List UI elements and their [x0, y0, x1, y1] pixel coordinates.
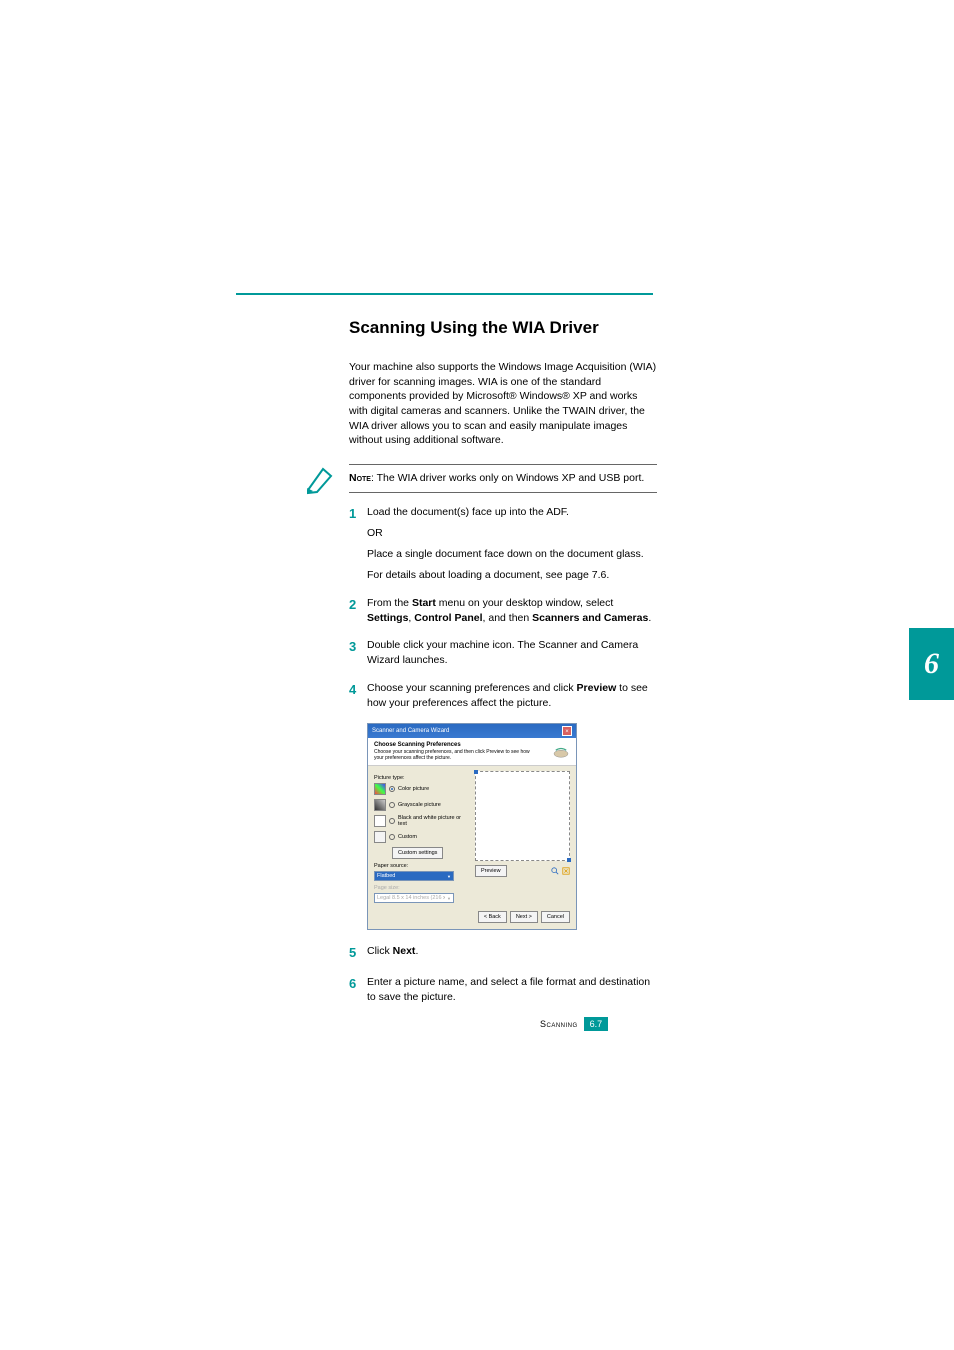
note-rule-bottom	[349, 492, 657, 493]
step-text: Click Next.	[367, 944, 657, 959]
note-icon	[305, 466, 335, 496]
wizard-head-sub: Choose your scanning preferences, and th…	[374, 749, 534, 761]
wizard-title-text: Scanner and Camera Wizard	[372, 728, 449, 734]
paper-source-dropdown: Flatbed▼	[374, 871, 454, 881]
radio-icon	[389, 802, 395, 808]
chevron-down-icon: ▼	[447, 874, 451, 879]
step-1: 1 Load the document(s) face up into the …	[349, 505, 657, 584]
step-text: OR	[367, 526, 657, 541]
step-2: 2 From the Start menu on your desktop wi…	[349, 596, 657, 626]
wizard-header: Choose Scanning Preferences Choose your …	[368, 738, 576, 766]
page-heading: Scanning Using the WIA Driver	[349, 318, 657, 338]
page-footer: Scanning 6.7	[540, 1017, 608, 1031]
chapter-tab: 6	[909, 628, 954, 700]
wizard-footer: < Back Next > Cancel	[368, 907, 576, 929]
step-list: 1 Load the document(s) face up into the …	[349, 505, 657, 1005]
footer-page-number: 6.7	[584, 1017, 609, 1031]
close-icon: ×	[562, 726, 572, 736]
cancel-button: Cancel	[541, 911, 570, 923]
grayscale-swatch-icon	[374, 799, 386, 811]
header-rule	[236, 293, 653, 295]
page-size-dropdown: Legal 8.5 x 14 inches (216 x 356 mm)▼	[374, 893, 454, 903]
option-color: Color picture	[374, 783, 467, 795]
step-text: Enter a picture name, and select a file …	[367, 975, 657, 1005]
fit-icon	[562, 867, 570, 875]
step-number: 3	[349, 638, 367, 668]
intro-paragraph: Your machine also supports the Windows I…	[349, 360, 657, 448]
scanner-icon	[552, 745, 570, 759]
preview-area	[475, 771, 570, 861]
option-grayscale: Grayscale picture	[374, 799, 467, 811]
step-5: 5 Click Next.	[349, 944, 657, 963]
step-text: From the Start menu on your desktop wind…	[367, 596, 657, 626]
step-number: 4	[349, 681, 367, 711]
step-number: 2	[349, 596, 367, 626]
step-text: Double click your machine icon. The Scan…	[367, 638, 657, 668]
back-button: < Back	[478, 911, 507, 923]
paper-source-label: Paper source:	[374, 863, 467, 869]
radio-icon	[389, 818, 395, 824]
next-button: Next >	[510, 911, 538, 923]
step-number: 5	[349, 944, 367, 963]
note-text: Note: The WIA driver works only on Windo…	[349, 471, 644, 486]
wizard-head-title: Choose Scanning Preferences	[374, 742, 534, 748]
wizard-screenshot: Scanner and Camera Wizard × Choose Scann…	[367, 723, 577, 930]
step-4: 4 Choose your scanning preferences and c…	[349, 681, 657, 711]
step-text: Load the document(s) face up into the AD…	[367, 505, 657, 520]
page-size-label: Page size:	[374, 885, 467, 891]
step-number: 1	[349, 505, 367, 584]
step-3: 3 Double click your machine icon. The Sc…	[349, 638, 657, 668]
content-area: Scanning Using the WIA Driver Your machi…	[349, 318, 657, 1017]
step-number: 6	[349, 975, 367, 1005]
note-label: Note	[349, 472, 371, 484]
picture-type-label: Picture type:	[374, 775, 467, 781]
custom-settings-button: Custom settings	[392, 847, 443, 859]
color-swatch-icon	[374, 783, 386, 795]
footer-section: Scanning	[540, 1019, 578, 1029]
bw-swatch-icon	[374, 815, 386, 827]
wizard-titlebar: Scanner and Camera Wizard ×	[368, 724, 576, 738]
custom-swatch-icon	[374, 831, 386, 843]
preview-button: Preview	[475, 865, 507, 877]
radio-icon	[389, 786, 395, 792]
zoom-icon	[551, 867, 559, 875]
note-body: : The WIA driver works only on Windows X…	[371, 472, 644, 484]
option-bw: Black and white picture or text	[374, 815, 467, 827]
chapter-number: 6	[924, 647, 939, 681]
note-box: Note: The WIA driver works only on Windo…	[349, 464, 657, 493]
step-text: Choose your scanning preferences and cli…	[367, 681, 657, 711]
radio-icon	[389, 834, 395, 840]
step-text: Place a single document face down on the…	[367, 547, 657, 562]
chevron-down-icon: ▼	[447, 896, 451, 901]
option-custom: Custom	[374, 831, 467, 843]
step-text: For details about loading a document, se…	[367, 568, 657, 583]
step-6: 6 Enter a picture name, and select a fil…	[349, 975, 657, 1005]
